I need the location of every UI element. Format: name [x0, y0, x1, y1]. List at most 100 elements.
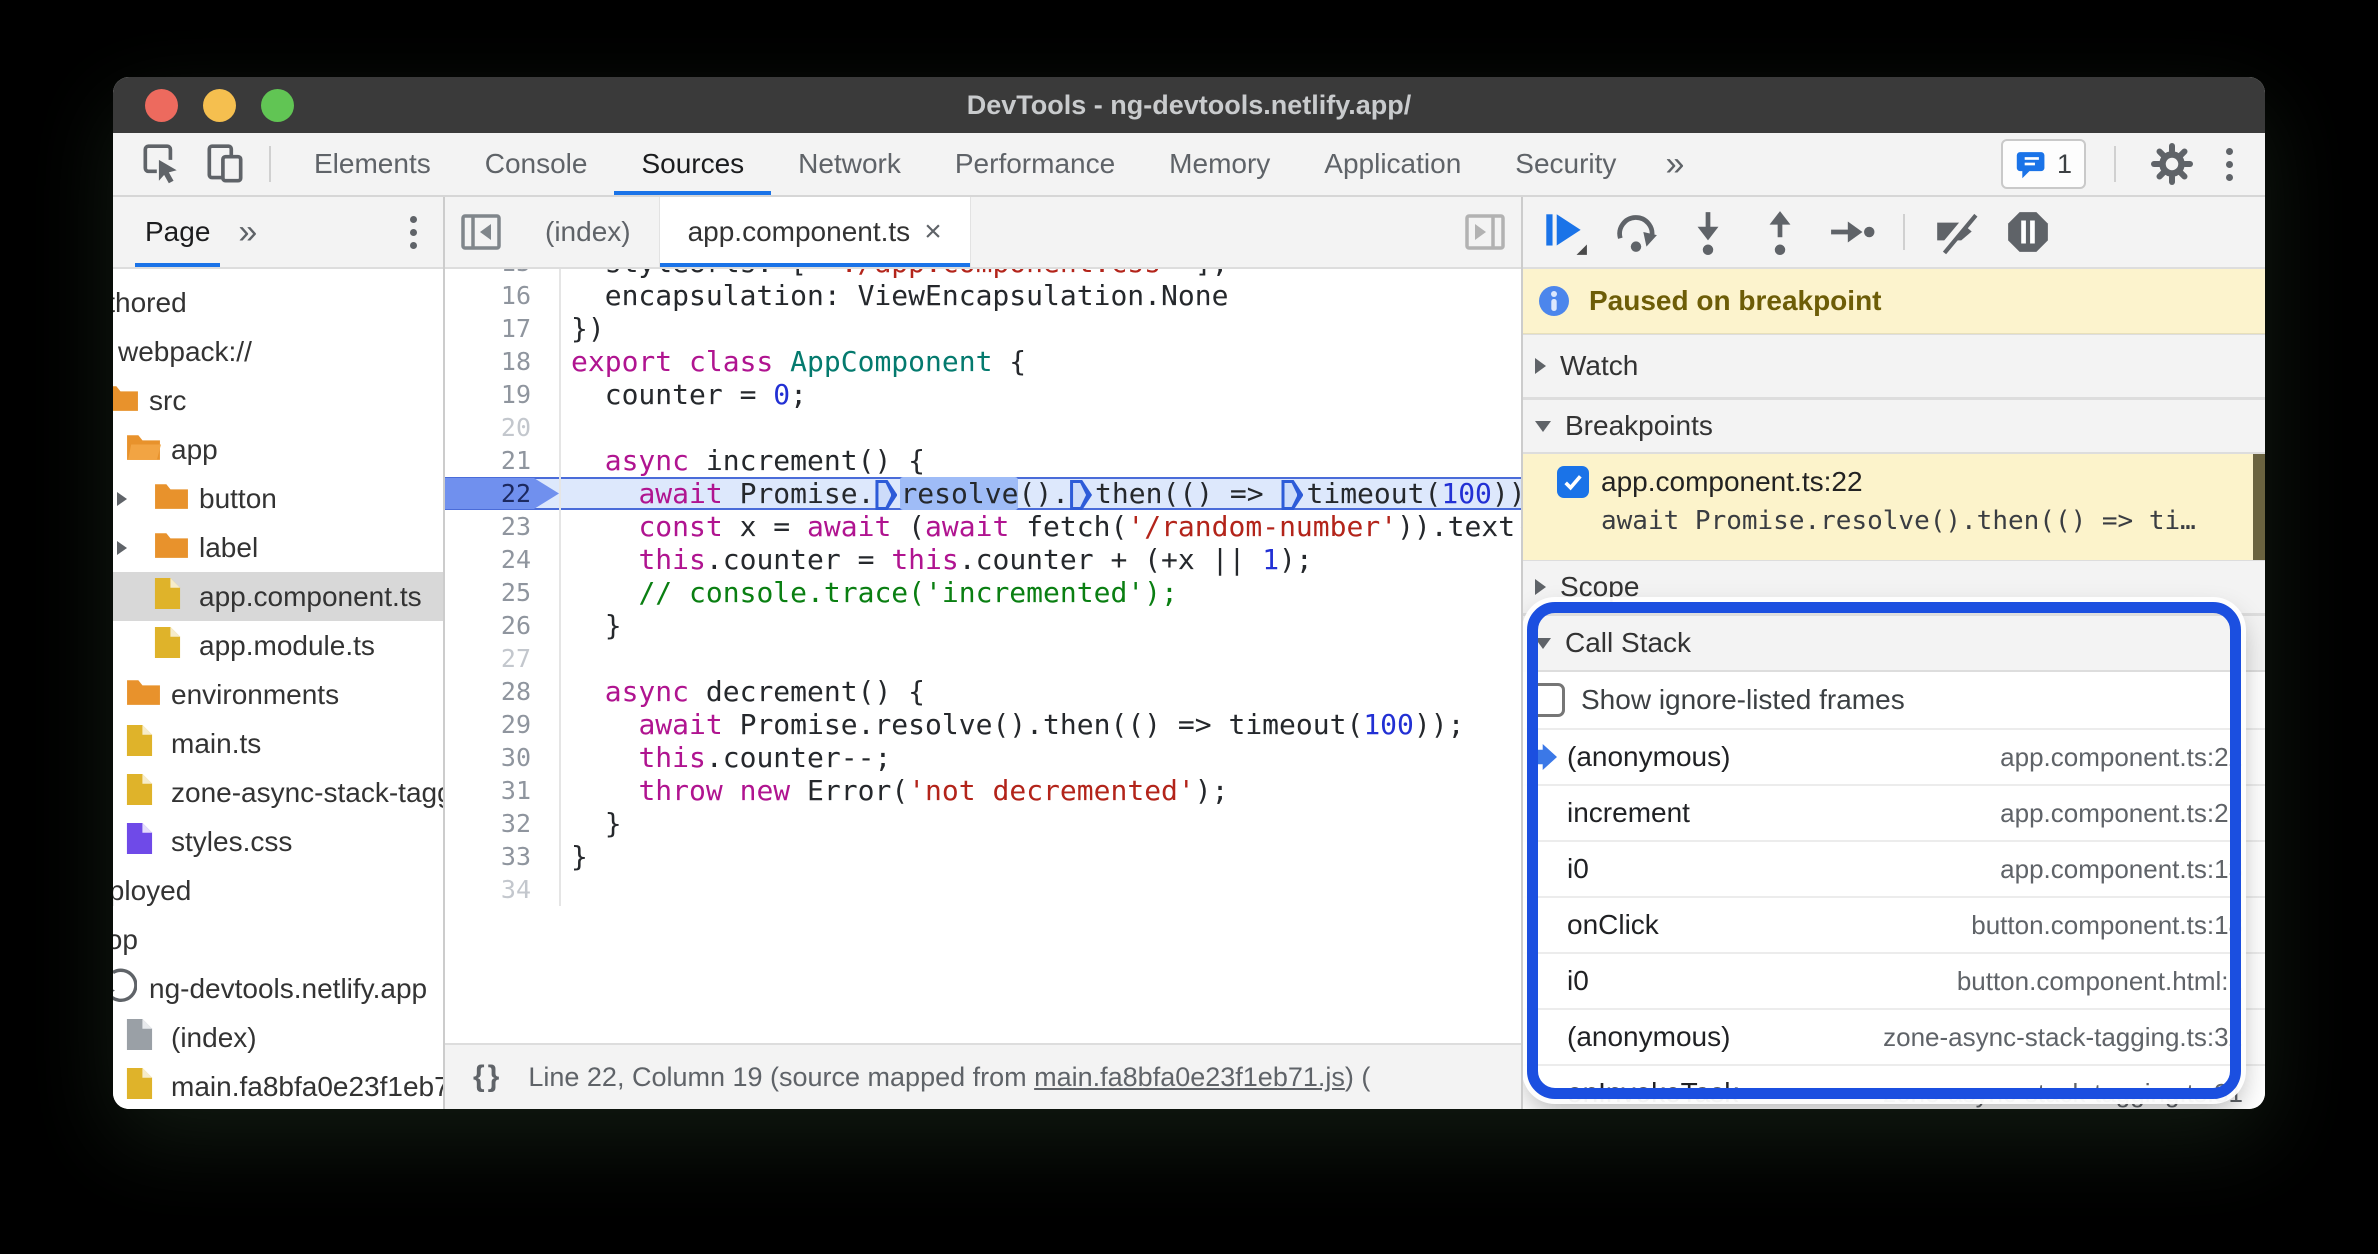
section-watch[interactable]: Watch [1523, 334, 2265, 399]
code-line-32[interactable]: 32 } [445, 807, 1521, 840]
line-number[interactable]: 23 [445, 510, 561, 543]
code-line-27[interactable]: 27 [445, 642, 1521, 675]
tab-sources[interactable]: Sources [614, 133, 771, 195]
line-number[interactable]: 26 [445, 609, 561, 642]
line-number[interactable]: 19 [445, 378, 561, 411]
line-number[interactable]: 34 [445, 873, 561, 906]
line-number[interactable]: 24 [445, 543, 561, 576]
code-editor[interactable]: 15 styleUrls: [ './app.component.css' ],… [445, 269, 1521, 1043]
line-number[interactable]: 21 [445, 444, 561, 477]
line-number[interactable]: 20 [445, 411, 561, 444]
source-map-link[interactable]: main.fa8bfa0e23f1eb71.js [1034, 1062, 1345, 1092]
tree-item-zone-async-stack-tagging.ts[interactable]: zone-async-stack-tagging.ts [113, 768, 443, 817]
code-line-31[interactable]: 31 throw new Error('not decremented'); [445, 774, 1521, 807]
code-line-19[interactable]: 19 counter = 0; [445, 378, 1521, 411]
line-number[interactable]: 33 [445, 840, 561, 873]
breakpoint-checkbox[interactable] [1557, 466, 1589, 498]
tab-memory[interactable]: Memory [1142, 133, 1297, 195]
line-number[interactable]: 27 [445, 642, 561, 675]
code-line-22[interactable]: 22 await Promise. resolve(). then(() => ti… [445, 477, 1521, 510]
tree-item-app.component.ts[interactable]: app.component.ts [113, 572, 443, 621]
call-stack-frame-i0[interactable]: i0 button.component.html:1 [1523, 954, 2265, 1010]
show-debugger-sidebar-icon[interactable] [1449, 197, 1521, 267]
minimize-window-button[interactable] [203, 88, 236, 122]
chevron-right-icon[interactable] [117, 540, 127, 555]
line-number[interactable]: 31 [445, 774, 561, 807]
code-line-29[interactable]: 29 await Promise.resolve().then(() => ti… [445, 708, 1521, 741]
call-stack-frame-i0[interactable]: i0 app.component.ts:13 [1523, 842, 2265, 898]
tree-item-environments[interactable]: environments [113, 670, 443, 719]
tree-item--index-[interactable]: (index) [113, 1013, 443, 1062]
tree-item-main.ts[interactable]: main.ts [113, 719, 443, 768]
line-number[interactable]: 32 [445, 807, 561, 840]
tree-item-main.fa8bfa0e23f1eb71.js[interactable]: main.fa8bfa0e23f1eb71.js [113, 1062, 443, 1109]
tab-elements[interactable]: Elements [287, 133, 458, 195]
code-line-15[interactable]: 15 styleUrls: [ './app.component.css' ], [445, 269, 1521, 279]
call-stack-frame--anonymous-[interactable]: (anonymous) zone-async-stack-tagging.ts:3… [1523, 1010, 2265, 1066]
line-number[interactable]: 16 [445, 279, 561, 312]
tree-item-styles.css[interactable]: styles.css [113, 817, 443, 866]
line-number[interactable]: 22 [445, 477, 561, 510]
code-line-25[interactable]: 25 // console.trace('incremented'); [445, 576, 1521, 609]
step-icon[interactable] [1823, 204, 1881, 260]
close-tab-icon[interactable]: × [924, 215, 942, 249]
tree-item-top[interactable]: top [113, 915, 443, 964]
code-line-30[interactable]: 30 this.counter--; [445, 741, 1521, 774]
line-number[interactable]: 25 [445, 576, 561, 609]
code-line-23[interactable]: 23 const x = await (await fetch('/random… [445, 510, 1521, 543]
zoom-window-button[interactable] [261, 88, 294, 122]
line-number[interactable]: 18 [445, 345, 561, 378]
code-line-24[interactable]: 24 this.counter = this.counter + (+x || … [445, 543, 1521, 576]
call-stack-frame-increment[interactable]: increment app.component.ts:21 [1523, 786, 2265, 842]
file-tab-app.component.ts[interactable]: app.component.ts × [659, 197, 971, 267]
line-number[interactable]: 15 [445, 269, 561, 279]
code-line-20[interactable]: 20 [445, 411, 1521, 444]
more-tabs-icon[interactable]: » [1643, 133, 1706, 195]
tree-item-authored[interactable]: Authored [113, 278, 443, 327]
code-line-18[interactable]: 18 export class AppComponent { [445, 345, 1521, 378]
device-toolbar-icon[interactable] [197, 138, 253, 190]
tab-security[interactable]: Security [1488, 133, 1643, 195]
ignore-listed-checkbox[interactable] [1531, 683, 1565, 717]
sidebar-scrollbar-thumb[interactable] [2253, 454, 2265, 560]
step-into-icon[interactable] [1679, 204, 1737, 260]
async-step-marker-icon[interactable] [1070, 480, 1093, 510]
code-line-34[interactable]: 34 [445, 873, 1521, 906]
resume-script-icon[interactable] [1535, 204, 1593, 260]
inspect-element-icon[interactable] [133, 138, 189, 190]
deactivate-breakpoints-icon[interactable] [1927, 204, 1985, 260]
section-breakpoints[interactable]: Breakpoints [1523, 399, 2265, 454]
tree-item-label[interactable]: label [113, 523, 443, 572]
navigator-tab-page[interactable]: Page [135, 197, 220, 267]
customize-devtools-icon[interactable] [2220, 147, 2239, 181]
line-number[interactable]: 30 [445, 741, 561, 774]
async-step-marker-icon[interactable] [875, 480, 898, 510]
tree-item-webpack-[interactable]: webpack:// [113, 327, 443, 376]
show-ignore-listed-row[interactable]: Show ignore-listed frames [1523, 672, 2265, 730]
more-navigator-tabs-icon[interactable]: » [220, 197, 275, 267]
pretty-print-icon[interactable]: {} [473, 1060, 502, 1094]
breakpoint-entry[interactable]: app.component.ts:22 await Promise.resolv… [1523, 454, 2265, 560]
tree-item-deployed[interactable]: Deployed [113, 866, 443, 915]
tree-item-button[interactable]: button [113, 474, 443, 523]
line-number[interactable]: 29 [445, 708, 561, 741]
code-line-28[interactable]: 28 async decrement() { [445, 675, 1521, 708]
code-line-26[interactable]: 26 } [445, 609, 1521, 642]
tab-network[interactable]: Network [771, 133, 928, 195]
tab-application[interactable]: Application [1297, 133, 1488, 195]
section-scope[interactable]: Scope [1523, 560, 2265, 615]
issues-badge[interactable]: 1 [2000, 139, 2086, 189]
tree-item-app.module.ts[interactable]: app.module.ts [113, 621, 443, 670]
code-line-21[interactable]: 21 async increment() { [445, 444, 1521, 477]
close-window-button[interactable] [145, 88, 178, 122]
tab-performance[interactable]: Performance [928, 133, 1142, 195]
tree-item-app[interactable]: app [113, 425, 443, 474]
tree-item-src[interactable]: src [113, 376, 443, 425]
code-line-16[interactable]: 16 encapsulation: ViewEncapsulation.None [445, 279, 1521, 312]
settings-gear-icon[interactable] [2144, 138, 2200, 190]
call-stack-frame-onclick[interactable]: onClick button.component.ts:18 [1523, 898, 2265, 954]
async-step-marker-icon[interactable] [1281, 480, 1304, 510]
line-number[interactable]: 17 [445, 312, 561, 345]
call-stack-frame--anonymous-[interactable]: (anonymous) app.component.ts:22 [1523, 730, 2265, 786]
tab-console[interactable]: Console [458, 133, 615, 195]
